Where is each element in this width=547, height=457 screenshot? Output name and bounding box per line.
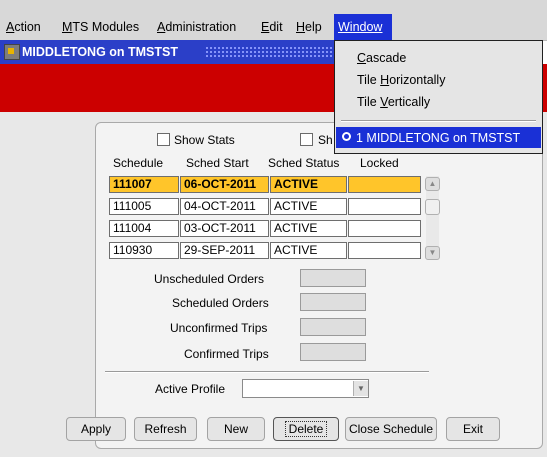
delete-button[interactable]: Delete [273,417,339,441]
sched-status-cell[interactable]: ACTIVE [270,198,347,215]
window-title-bar[interactable]: MIDDLETONG on TMSTST [0,40,345,64]
unconfirmed-trips-label: Unconfirmed Trips [170,321,268,335]
header-sched-status: Sched Status [268,156,340,170]
scroll-up-icon[interactable]: ▲ [425,177,440,191]
menu-action[interactable]: Action [6,20,41,34]
title-bar-pattern [205,46,340,58]
exit-button[interactable]: Exit [446,417,500,441]
sched-start-cell[interactable]: 06-OCT-2011 [180,176,269,193]
sched-status-cell[interactable]: ACTIVE [270,220,347,237]
schedule-cell[interactable]: 111005 [109,198,179,215]
sched-start-cell[interactable]: 29-SEP-2011 [180,242,269,259]
locked-cell[interactable] [348,176,421,193]
sched-start-cell[interactable]: 04-OCT-2011 [180,198,269,215]
close-schedule-button[interactable]: Close Schedule [345,417,437,441]
menu-mts-modules[interactable]: MTS Modules [62,20,139,34]
menu-edit-label: dit [269,20,283,34]
menu-item-cascade[interactable]: Cascade [357,51,406,65]
chevron-down-icon[interactable]: ▼ [353,381,368,396]
delete-button-label: Delete [284,421,328,437]
menu-item-tile-vertically-mnemonic: V [380,95,388,109]
new-button[interactable]: New [207,417,265,441]
menu-item-tile-horizontally-label: orizontally [389,73,446,87]
unscheduled-orders-label: Unscheduled Orders [154,272,265,286]
menu-administration[interactable]: Administration [157,20,236,34]
menu-mts-modules-mnemonic: M [62,20,73,34]
locked-cell[interactable] [348,220,421,237]
menu-separator [341,120,536,122]
menu-item-cascade-label: ascade [366,51,407,65]
menu-item-cascade-mnemonic: C [357,51,367,65]
panel-divider [105,371,429,373]
menu-help-mnemonic: H [296,20,306,34]
menu-item-tile-horizontally[interactable]: Tile Horizontally [357,73,445,87]
active-profile-select[interactable] [242,379,369,398]
header-sched-start: Sched Start [186,156,249,170]
menu-window[interactable]: Window [334,14,392,40]
scheduled-orders-field [300,293,366,311]
schedule-cell[interactable]: 110930 [109,242,179,259]
menu-window-label: Window [338,20,383,34]
menu-edit[interactable]: Edit [261,20,283,34]
sched-start-cell[interactable]: 03-OCT-2011 [180,220,269,237]
scheduled-orders-label: Scheduled Orders [172,296,269,310]
radio-selected-icon [342,132,351,141]
scroll-down-icon[interactable]: ▼ [425,246,440,260]
unconfirmed-trips-field [300,318,366,336]
show-stats-label: Show Stats [174,133,235,147]
menu-administration-label: dministration [165,20,237,34]
menu-item-open-window[interactable]: 1 MIDDLETONG on TMSTST [336,127,541,148]
menu-action-label: ction [14,20,41,34]
sched-status-cell[interactable]: ACTIVE [270,242,347,259]
menu-item-tile-horizontally-prefix: Tile [357,73,381,87]
locked-cell[interactable] [348,242,421,259]
sched-status-cell[interactable]: ACTIVE [270,176,347,193]
menu-item-open-window-label: 1 MIDDLETONG on TMSTST [356,131,521,145]
scroll-thumb[interactable] [425,199,440,215]
header-schedule: Schedule [113,156,164,170]
confirmed-trips-field [300,343,366,361]
window-dropdown-menu: Cascade Tile Horizontally Tile Verticall… [334,40,543,154]
app-icon [4,44,20,60]
refresh-button[interactable]: Refresh [134,417,197,441]
confirmed-trips-label: Confirmed Trips [184,347,269,361]
menu-bar: Action MTS Modules Administration Edit H… [0,0,547,41]
show-stats-checkbox[interactable] [157,133,170,146]
menu-mts-modules-label: TS Modules [72,20,140,34]
schedule-cell[interactable]: 111007 [109,176,179,193]
menu-item-tile-vertically-prefix: Tile [357,95,381,109]
menu-help[interactable]: Help [296,20,322,34]
schedule-cell[interactable]: 111004 [109,220,179,237]
menu-item-tile-horizontally-mnemonic: H [380,73,390,87]
active-profile-label: Active Profile [155,382,226,396]
unscheduled-orders-field [300,269,366,287]
apply-button[interactable]: Apply [66,417,126,441]
second-checkbox-label: Sh [318,133,333,147]
second-checkbox[interactable] [300,133,313,146]
menu-help-label: elp [305,20,322,34]
menu-item-tile-vertically-label: ertically [387,95,431,109]
window-title: MIDDLETONG on TMSTST [22,45,179,59]
header-locked: Locked [360,156,399,170]
menu-item-tile-vertically[interactable]: Tile Vertically [357,95,430,109]
locked-cell[interactable] [348,198,421,215]
